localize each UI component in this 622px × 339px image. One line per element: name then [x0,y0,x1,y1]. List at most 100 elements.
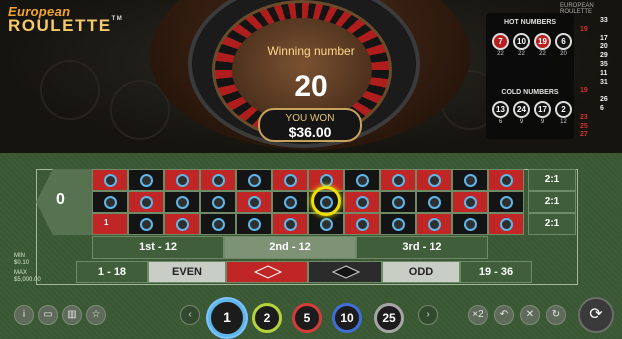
placed-chip [248,218,261,231]
table-limits: MIN $0.10 MAX $5,000.00 [14,253,41,284]
number-cell[interactable] [272,213,308,235]
placed-chip [140,218,153,231]
number-cell-label: 1 [104,218,109,227]
number-cell[interactable] [164,169,200,191]
number-cell[interactable] [416,213,452,235]
chip-10[interactable]: 10 [332,303,362,333]
placed-chip [428,174,441,187]
placed-chip [464,174,477,187]
number-cell[interactable] [488,191,524,213]
placed-chip [320,218,333,231]
number-cell[interactable] [164,191,200,213]
black-bet[interactable] [308,261,382,283]
stat-ball: 6 [555,33,572,50]
cold-numbers-row: 13 6 24 9 17 9 2 12 [492,101,572,125]
history-item: 33 [600,17,608,24]
column-bet-top[interactable]: 2:1 [528,169,576,191]
number-cell[interactable] [380,169,416,191]
number-cell[interactable] [488,213,524,235]
placed-chip [248,174,261,187]
history-list: 33 19 17 20 29 35 11 31 19 26 6 23 25 27 [576,13,620,139]
number-cell[interactable] [236,191,272,213]
number-cell[interactable] [236,169,272,191]
zero-label: 0 [56,191,65,208]
placed-chip [212,196,225,209]
number-cell[interactable] [452,191,488,213]
logo-line-2: ROULETTETM [8,16,123,36]
chip-5[interactable]: 5 [292,303,322,333]
history-item: 25 [580,122,588,130]
max-value: $5,000.00 [14,277,41,283]
undo-icon[interactable]: ↶ [494,305,514,325]
number-cell[interactable] [128,191,164,213]
rebet-icon[interactable]: ↻ [546,305,566,325]
number-cell[interactable] [128,213,164,235]
placed-chip [464,218,477,231]
stats-icon[interactable]: ▥ [62,305,82,325]
high-bet[interactable]: 19 - 36 [460,261,532,283]
min-value: $0.10 [14,260,30,266]
number-cell[interactable] [344,191,380,213]
number-cell[interactable]: 1 [92,213,128,235]
dozen-1-bet[interactable]: 1st - 12 [92,236,224,259]
number-cell[interactable] [416,191,452,213]
double-icon[interactable]: ×2 [468,305,488,325]
placed-chip [140,174,153,187]
number-cell[interactable] [200,169,236,191]
number-cell[interactable] [380,191,416,213]
number-cell[interactable] [308,213,344,235]
game-logo: European ROULETTETM [8,4,123,36]
even-bet[interactable]: EVEN [148,261,226,283]
chips-next-button[interactable]: › [418,305,438,325]
number-cell[interactable] [488,169,524,191]
number-cell[interactable] [416,169,452,191]
stat-ball: 24 [513,101,530,118]
placed-chip [284,196,297,209]
chip-2[interactable]: 2 [252,303,282,333]
chat-icon[interactable]: ▭ [38,305,58,325]
number-cell[interactable] [380,213,416,235]
stat-number: 6 20 [555,33,572,57]
low-bet[interactable]: 1 - 18 [76,261,148,283]
stat-number: 10 22 [513,33,530,57]
number-cell[interactable] [344,169,380,191]
dozen-2-bet[interactable]: 2nd - 12 [224,236,356,259]
number-cell[interactable] [164,213,200,235]
placed-chip [176,196,189,209]
number-cell[interactable] [272,169,308,191]
placed-chip [500,218,513,231]
number-cell[interactable] [272,191,308,213]
stat-ball: 10 [513,33,530,50]
spin-button[interactable]: ⟳ [578,297,614,333]
stat-number: 24 9 [513,101,530,125]
number-cell[interactable] [452,169,488,191]
number-cell[interactable] [92,169,128,191]
red-bet[interactable] [226,261,308,283]
number-cell[interactable] [200,191,236,213]
black-diamond-icon [332,265,360,279]
favorite-icon[interactable]: ☆ [86,305,106,325]
info-icon[interactable]: i [14,305,34,325]
number-cell[interactable] [92,191,128,213]
number-cell[interactable] [344,213,380,235]
hot-numbers-row: 7 22 10 22 19 22 6 20 [492,33,572,57]
chip-1[interactable]: 1 [208,299,246,337]
placed-chip [356,218,369,231]
dozen-3-bet[interactable]: 3rd - 12 [356,236,488,259]
win-banner: YOU WON $36.00 [258,108,362,142]
column-bet-bottom[interactable]: 2:1 [528,213,576,235]
clear-icon[interactable]: ✕ [520,305,540,325]
number-cell[interactable] [200,213,236,235]
chip-25[interactable]: 25 [374,303,404,333]
placed-chip [104,174,117,187]
column-bet-middle[interactable]: 2:1 [528,191,576,213]
number-cell[interactable] [236,213,272,235]
history-item: 35 [600,61,608,68]
stat-number: 17 9 [534,101,551,125]
chips-prev-button[interactable]: ‹ [180,305,200,325]
odd-bet[interactable]: ODD [382,261,460,283]
history-item: 23 [580,113,588,121]
number-cell[interactable] [128,169,164,191]
placed-chip [212,218,225,231]
number-cell[interactable] [452,213,488,235]
